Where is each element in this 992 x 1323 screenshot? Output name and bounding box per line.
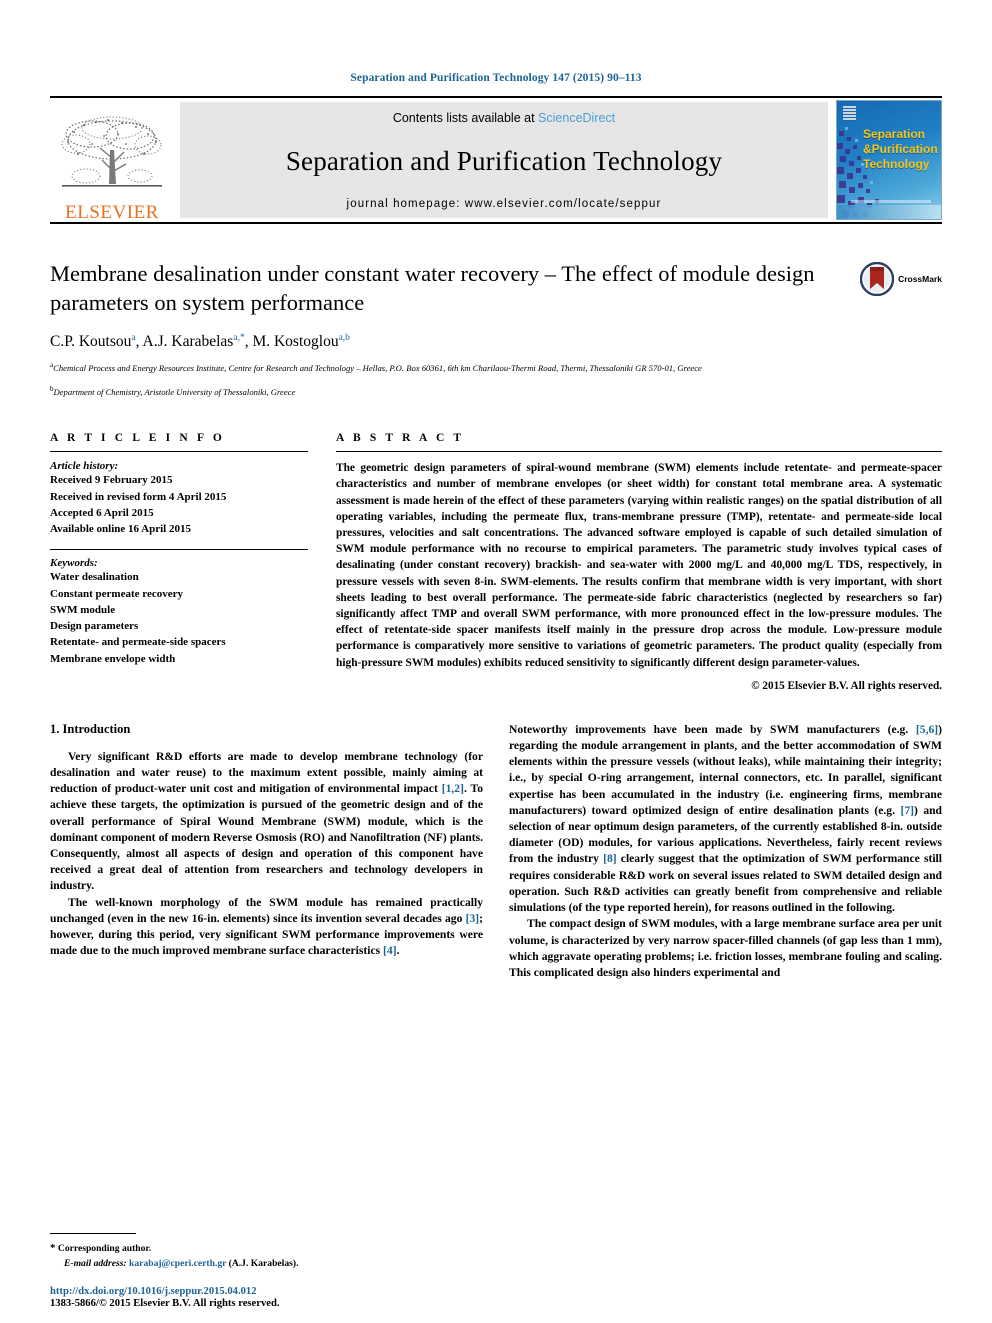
issn-copyright-line: 1383-5866/© 2015 Elsevier B.V. All right… [50, 1298, 280, 1309]
footnote-area: * Corresponding author. E-mail address: … [50, 1233, 480, 1271]
email-link[interactable]: karabaj@cperi.certh.gr [129, 1258, 226, 1269]
author-affil-mark: a,* [233, 332, 245, 343]
author-separator: , [135, 332, 143, 350]
cover-title-line-2: &Purification [863, 142, 938, 157]
journal-cover-thumbnail: Separation &Purification Technology [836, 100, 942, 220]
paragraph: Noteworthy improvements have been made b… [509, 722, 943, 915]
citation-link[interactable]: [8] [603, 852, 617, 865]
cover-ampersand: & [863, 142, 872, 156]
keyword-item: SWM module [50, 603, 116, 616]
affiliation-a: aChemical Process and Energy Resources I… [50, 360, 822, 375]
keywords-list: Water desalination Constant permeate rec… [50, 569, 308, 667]
history-item: Received 9 February 2015 [50, 474, 173, 487]
page-title: Membrane desalination under constant wat… [50, 261, 815, 315]
keywords-label: Keywords: [50, 557, 98, 570]
abstract-copyright: © 2015 Elsevier B.V. All rights reserved… [751, 679, 942, 692]
keyword-item: Design parameters [50, 620, 139, 633]
citation-link[interactable]: [4] [383, 944, 397, 957]
author-item: C.P. Koutsoua [50, 333, 136, 350]
article-history-list: Received 9 February 2015 Received in rev… [50, 472, 308, 537]
keyword-item: Water desalination [50, 571, 139, 584]
running-head: Separation and Purification Technology 1… [350, 72, 642, 84]
keyword-item: Constant permeate recovery [50, 587, 183, 600]
footnote-rule [50, 1233, 136, 1235]
paragraph: Very significant R&D efforts are made to… [50, 749, 483, 893]
citation-link[interactable]: [7] [900, 804, 914, 817]
history-item: Available online 16 April 2015 [50, 523, 191, 536]
keyword-item: Retentate- and permeate-side spacers [50, 636, 226, 649]
affiliation-text: Department of Chemistry, Aristotle Unive… [53, 386, 296, 397]
crossmark-label: CrossMark [898, 274, 942, 284]
title-block: Membrane desalination under constant wat… [50, 260, 942, 398]
citation-link[interactable]: [5,6] [916, 723, 938, 736]
crossmark-icon [860, 262, 895, 296]
contents-available-line: Contents lists available at ScienceDirec… [393, 111, 615, 125]
elsevier-logo: ELSEVIER [50, 98, 174, 222]
article-info-heading: A R T I C L E I N F O [50, 432, 225, 445]
cover-title-text: Separation &Purification Technology [863, 127, 938, 172]
history-item: Received in revised form 4 April 2015 [50, 490, 227, 503]
history-item: Accepted 6 April 2015 [50, 506, 154, 519]
journal-masthead: ELSEVIER Contents lists available at Sci… [50, 96, 942, 222]
corresponding-author-note: * Corresponding author. [50, 1240, 480, 1257]
sciencedirect-link[interactable]: ScienceDirect [538, 111, 615, 125]
paragraph: The well-known morphology of the SWM mod… [50, 895, 483, 958]
corresponding-author-text: Corresponding author. [57, 1243, 152, 1255]
elsevier-mark-icon [843, 106, 856, 121]
cover-title-line-3: Technology [863, 157, 930, 171]
keyword-item: Membrane envelope width [50, 652, 176, 665]
divider [336, 451, 942, 453]
cover-bottom-bar [837, 205, 941, 219]
elsevier-wordmark: ELSEVIER [65, 202, 159, 223]
author-name: M. Kostoglou [252, 332, 339, 350]
journal-title: Separation and Purification Technology [285, 146, 723, 176]
author-list: C.P. Koutsoua, A.J. Karabelasa,*, M. Kos… [50, 333, 822, 351]
citation-link[interactable]: [3] [466, 912, 480, 925]
doi-link[interactable]: http://dx.doi.org/10.1016/j.seppur.2015.… [50, 1286, 520, 1297]
journal-homepage-link[interactable]: journal homepage: www.elsevier.com/locat… [347, 198, 662, 210]
author-name: C.P. Koutsou [50, 332, 132, 350]
body-left-column: 1. Introduction Very significant R&D eff… [50, 722, 483, 982]
contents-prefix: Contents lists available at [392, 111, 535, 125]
elsevier-tree-icon [61, 116, 162, 187]
cover-divider [851, 200, 931, 203]
abstract-heading: A B S T R A C T [336, 432, 465, 445]
article-history-label: Article history: [50, 460, 119, 473]
article-first-page: Separation and Purification Technology 1… [0, 0, 992, 1323]
abstract-column: A B S T R A C T The geometric design par… [336, 432, 942, 692]
author-affil-mark: a,b [338, 332, 350, 343]
cover-title-line-2-text: Purification [871, 142, 938, 156]
author-item: A.J. Karabelasa,* [143, 333, 245, 350]
email-owner: (A.J. Karabelas). [228, 1257, 299, 1269]
divider [50, 451, 308, 453]
info-and-abstract: A R T I C L E I N F O Article history: R… [50, 432, 942, 692]
email-note: E-mail address: karabaj@cperi.certh.gr (… [50, 1257, 480, 1271]
author-item: M. Kostogloua,b [252, 333, 349, 350]
paragraph: The compact design of SWM modules, with … [509, 917, 942, 979]
abstract-text: The geometric design parameters of spira… [336, 462, 942, 669]
masthead-bottom-rule [50, 222, 942, 224]
citation-link[interactable]: [1,2] [442, 782, 464, 795]
article-info-column: A R T I C L E I N F O Article history: R… [50, 432, 308, 691]
crossmark-badge[interactable]: CrossMark [860, 262, 942, 296]
asterisk-icon: * [50, 1242, 56, 1255]
author-name: A.J. Karabelas [142, 332, 234, 350]
email-label: E-mail address: [64, 1257, 127, 1269]
body-right-column: Noteworthy improvements have been made b… [509, 722, 942, 982]
body-columns: 1. Introduction Very significant R&D eff… [50, 722, 942, 982]
cover-title-line-1: Separation [863, 127, 926, 141]
divider [50, 549, 308, 551]
section-title-introduction: 1. Introduction [50, 721, 131, 736]
journal-info-box: Contents lists available at ScienceDirec… [180, 102, 828, 218]
affiliation-text: Chemical Process and Energy Resources In… [53, 362, 702, 373]
footer-doi-area: http://dx.doi.org/10.1016/j.seppur.2015.… [50, 1286, 520, 1309]
affiliation-b: bDepartment of Chemistry, Aristotle Univ… [50, 384, 822, 399]
